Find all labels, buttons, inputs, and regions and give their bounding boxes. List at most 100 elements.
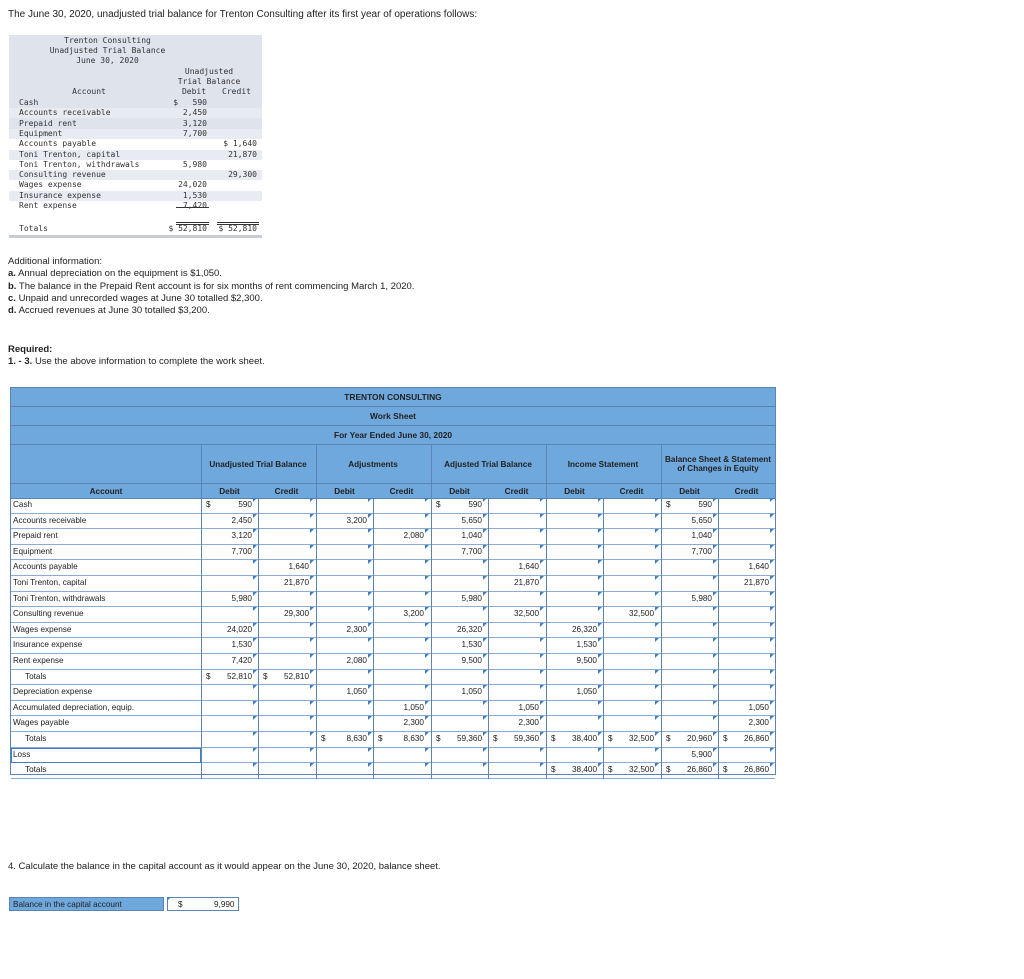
ws-cell-adj-d[interactable] xyxy=(316,638,373,654)
ws-cell-utb-c[interactable] xyxy=(258,732,315,748)
ws-cell-atb-d[interactable]: 5,980 xyxy=(431,591,488,608)
ws-cell-bs-d[interactable]: $590 xyxy=(661,498,718,514)
ws-cell-is-c[interactable] xyxy=(603,654,660,670)
ws-cell-is-c[interactable] xyxy=(603,591,660,608)
ws-cell-adj-c[interactable] xyxy=(373,560,430,576)
ws-cell-atb-d[interactable] xyxy=(431,747,488,764)
ws-cell-atb-d[interactable] xyxy=(431,763,488,779)
ws-cell-is-d[interactable] xyxy=(546,576,603,592)
ws-cell-adj-d[interactable] xyxy=(316,669,373,686)
ws-cell-adj-c[interactable] xyxy=(373,747,430,764)
ws-cell-utb-c[interactable] xyxy=(258,529,315,545)
ws-cell-utb-c[interactable]: 29,300 xyxy=(258,607,315,623)
ws-cell-bs-c[interactable] xyxy=(718,607,775,623)
ws-cell-atb-c[interactable] xyxy=(488,654,545,670)
ws-cell-bs-d[interactable] xyxy=(661,622,718,639)
ws-cell-bs-d[interactable] xyxy=(661,654,718,670)
ws-cell-bs-c[interactable] xyxy=(718,685,775,701)
ws-cell-utb-d[interactable] xyxy=(201,747,258,764)
ws-cell-atb-c[interactable]: 32,500 xyxy=(488,607,545,623)
ws-cell-atb-c[interactable] xyxy=(488,513,545,530)
ws-cell-atb-d[interactable]: $59,360 xyxy=(431,732,488,748)
ws-cell-atb-d[interactable] xyxy=(431,669,488,686)
ws-cell-utb-c[interactable] xyxy=(258,544,315,561)
ws-cell-bs-d[interactable]: $20,960 xyxy=(661,732,718,748)
ws-cell-utb-d[interactable]: 1,530 xyxy=(201,638,258,654)
ws-cell-atb-c[interactable] xyxy=(488,669,545,686)
ws-cell-adj-c[interactable] xyxy=(373,669,430,686)
ws-cell-is-d[interactable]: $38,400 xyxy=(546,732,603,748)
ws-cell-adj-c[interactable] xyxy=(373,654,430,670)
ws-cell-atb-c[interactable] xyxy=(488,591,545,608)
ws-cell-utb-d[interactable] xyxy=(201,700,258,717)
ws-cell-atb-c[interactable]: 1,050 xyxy=(488,700,545,717)
ws-cell-utb-c[interactable] xyxy=(258,763,315,779)
ws-account[interactable]: Loss xyxy=(13,750,30,759)
ws-cell-adj-c[interactable]: 2,080 xyxy=(373,529,430,545)
ws-cell-bs-c[interactable] xyxy=(718,529,775,545)
ws-cell-utb-d[interactable] xyxy=(201,716,258,732)
ws-cell-adj-d[interactable] xyxy=(316,700,373,717)
ws-cell-bs-c[interactable] xyxy=(718,622,775,639)
ws-cell-bs-c[interactable]: $26,860 xyxy=(718,763,775,779)
ws-cell-is-d[interactable] xyxy=(546,529,603,545)
ws-cell-adj-c[interactable] xyxy=(373,513,430,530)
ws-cell-adj-c[interactable] xyxy=(373,498,430,514)
ws-cell-is-c[interactable] xyxy=(603,513,660,530)
ws-cell-adj-d[interactable]: 2,080 xyxy=(316,654,373,670)
ws-cell-atb-c[interactable] xyxy=(488,685,545,701)
ws-cell-adj-c[interactable] xyxy=(373,544,430,561)
ws-cell-utb-c[interactable]: $52,810 xyxy=(258,669,315,686)
ws-cell-bs-d[interactable]: 5,980 xyxy=(661,591,718,608)
ws-cell-adj-d[interactable] xyxy=(316,607,373,623)
ws-cell-utb-d[interactable] xyxy=(201,732,258,748)
ws-cell-adj-d[interactable]: $8,630 xyxy=(316,732,373,748)
ws-cell-bs-c[interactable] xyxy=(718,513,775,530)
ws-cell-is-c[interactable]: 32,500 xyxy=(603,607,660,623)
ws-cell-bs-d[interactable] xyxy=(661,560,718,576)
capital-balance-input[interactable]: $ 9,990 xyxy=(167,897,239,911)
ws-cell-atb-c[interactable]: 2,300 xyxy=(488,716,545,732)
ws-cell-is-c[interactable] xyxy=(603,529,660,545)
ws-cell-adj-d[interactable] xyxy=(316,747,373,764)
ws-cell-atb-d[interactable]: 26,320 xyxy=(431,622,488,639)
ws-cell-adj-d[interactable]: 3,200 xyxy=(316,513,373,530)
ws-cell-utb-d[interactable] xyxy=(201,560,258,576)
ws-cell-adj-c[interactable]: 3,200 xyxy=(373,607,430,623)
ws-cell-is-d[interactable] xyxy=(546,560,603,576)
ws-cell-utb-d[interactable] xyxy=(201,576,258,592)
ws-cell-adj-c[interactable] xyxy=(373,576,430,592)
ws-cell-atb-c[interactable] xyxy=(488,498,545,514)
ws-cell-is-d[interactable]: 1,530 xyxy=(546,638,603,654)
ws-cell-is-d[interactable]: 9,500 xyxy=(546,654,603,670)
ws-cell-utb-c[interactable] xyxy=(258,700,315,717)
ws-cell-utb-c[interactable] xyxy=(258,591,315,608)
ws-cell-utb-d[interactable]: $590 xyxy=(201,498,258,514)
ws-cell-utb-c[interactable] xyxy=(258,747,315,764)
ws-cell-bs-d[interactable] xyxy=(661,638,718,654)
ws-cell-bs-d[interactable]: $26,860 xyxy=(661,763,718,779)
ws-cell-atb-d[interactable]: 1,530 xyxy=(431,638,488,654)
ws-cell-utb-c[interactable] xyxy=(258,498,315,514)
ws-cell-atb-d[interactable] xyxy=(431,716,488,732)
ws-cell-bs-c[interactable]: 21,870 xyxy=(718,576,775,592)
ws-cell-is-c[interactable] xyxy=(603,622,660,639)
ws-cell-adj-d[interactable] xyxy=(316,560,373,576)
ws-cell-is-c[interactable] xyxy=(603,498,660,514)
ws-cell-atb-c[interactable]: 1,640 xyxy=(488,560,545,576)
ws-cell-utb-c[interactable] xyxy=(258,513,315,530)
ws-cell-bs-c[interactable] xyxy=(718,638,775,654)
ws-cell-is-c[interactable] xyxy=(603,685,660,701)
ws-cell-utb-d[interactable]: 7,420 xyxy=(201,654,258,670)
ws-cell-bs-d[interactable] xyxy=(661,700,718,717)
ws-cell-is-c[interactable] xyxy=(603,669,660,686)
ws-cell-utb-c[interactable] xyxy=(258,716,315,732)
ws-cell-is-c[interactable] xyxy=(603,638,660,654)
ws-cell-utb-d[interactable]: 3,120 xyxy=(201,529,258,545)
ws-cell-adj-d[interactable] xyxy=(316,591,373,608)
ws-cell-adj-d[interactable] xyxy=(316,498,373,514)
account-input[interactable] xyxy=(11,747,201,763)
ws-cell-bs-c[interactable]: 2,300 xyxy=(718,716,775,732)
ws-cell-adj-c[interactable] xyxy=(373,763,430,779)
ws-cell-adj-d[interactable] xyxy=(316,763,373,779)
